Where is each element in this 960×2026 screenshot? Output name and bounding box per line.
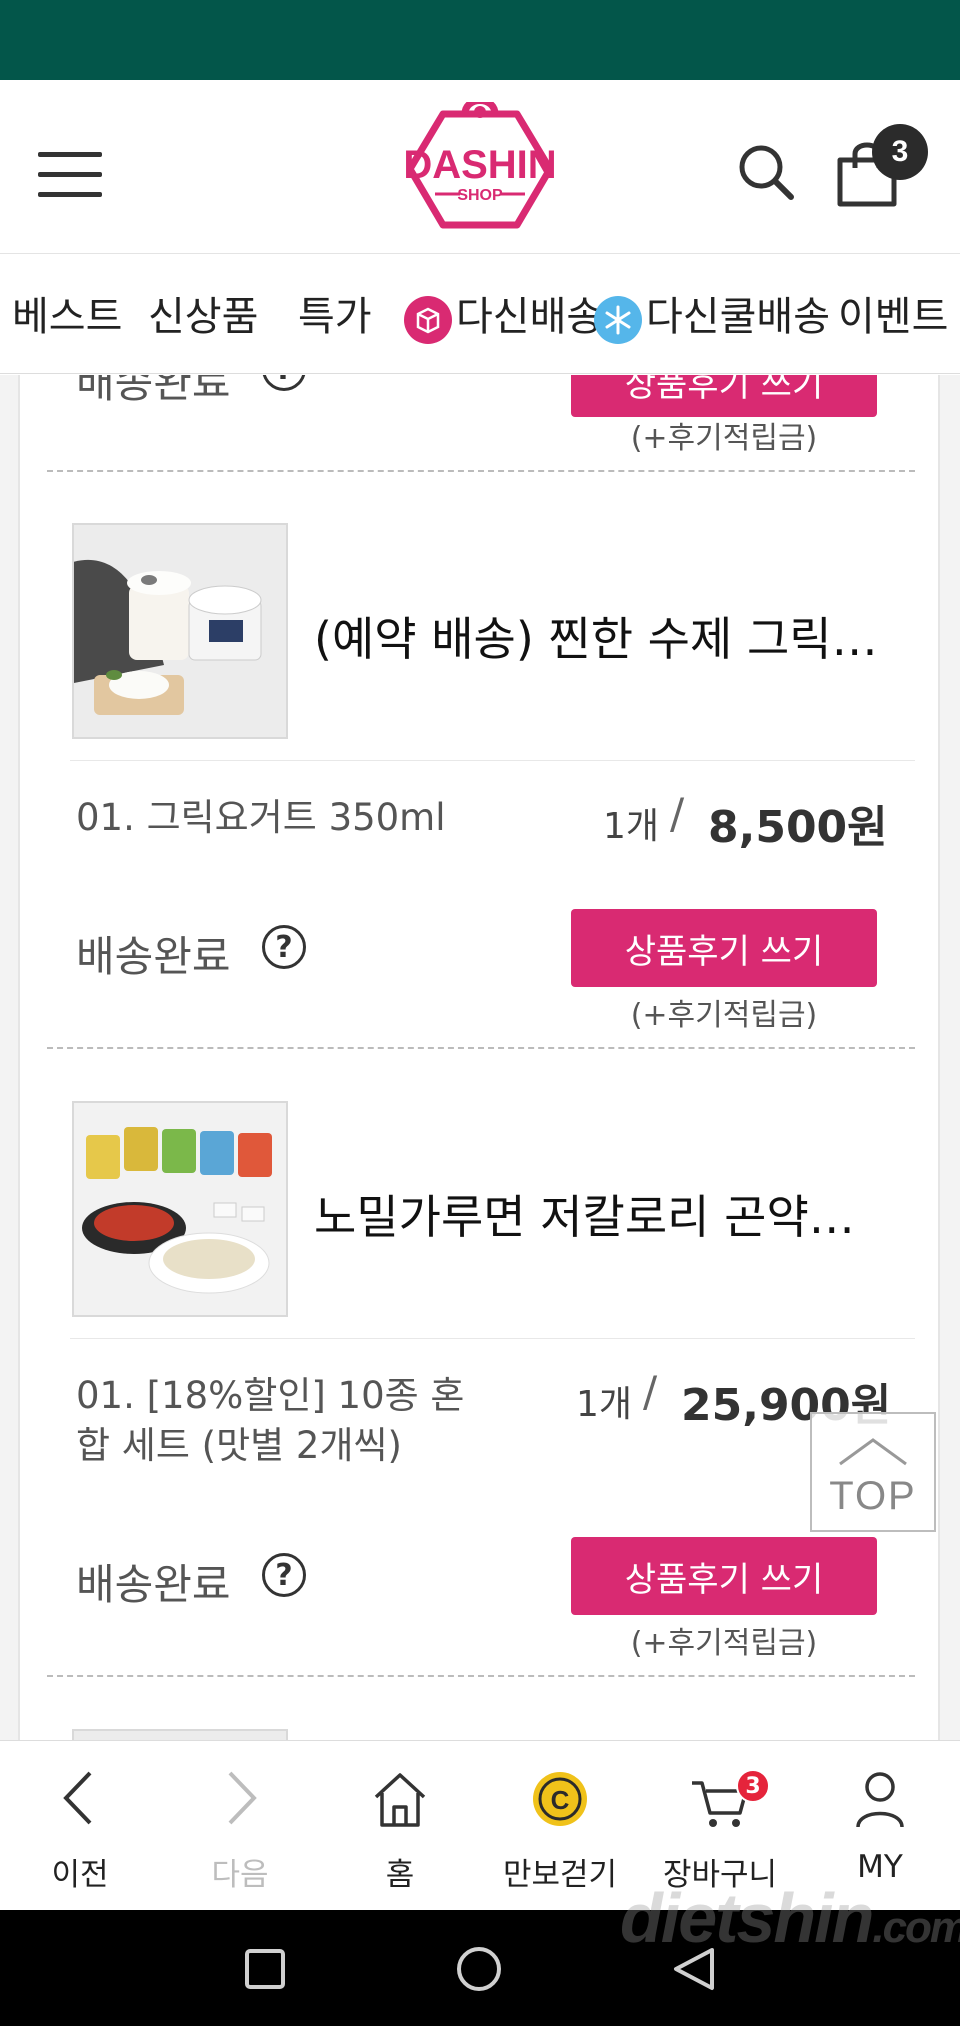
product-quantity: 1개 <box>576 1384 633 1425</box>
item-inner-divider <box>70 760 915 761</box>
chevron-left-icon <box>63 1771 92 1825</box>
nav-pedometer-label: 만보걷기 <box>502 1857 618 1893</box>
nav-home-label: 홈 <box>385 1857 415 1893</box>
system-status-bar <box>0 0 960 80</box>
logo-text: DASHIN <box>405 143 555 187</box>
delivery-status: 배송완료 <box>76 932 231 981</box>
item-divider <box>47 470 915 472</box>
item-divider <box>47 1047 915 1049</box>
prev-delivery-status: 배송완료 <box>76 375 231 407</box>
product-option: 01. 그릭요거트 350ml <box>76 796 446 839</box>
home-circle-icon[interactable] <box>456 1946 502 1992</box>
delivery-box-icon <box>404 296 452 344</box>
prev-review-button[interactable]: 상품후기 쓰기 <box>571 375 877 417</box>
hamburger-menu-icon[interactable] <box>38 152 104 198</box>
product-title[interactable]: (예약 배송) 찐한 수제 그릭… <box>314 603 924 669</box>
delivery-status: 배송완료 <box>76 1560 231 1609</box>
product-price: 8,500원 <box>708 802 888 853</box>
price-separator: / <box>670 789 685 838</box>
product-quantity: 1개 <box>603 806 660 847</box>
coin-icon: C <box>533 1772 587 1826</box>
price-separator: / <box>643 1367 658 1416</box>
category-dashin-delivery[interactable]: 다신배송 <box>456 284 603 342</box>
chevron-right-icon <box>228 1771 257 1825</box>
nav-next[interactable]: 다음 <box>160 1741 320 1911</box>
item-inner-divider <box>70 1338 915 1339</box>
category-event[interactable]: 이벤트 <box>838 284 948 342</box>
category-best[interactable]: 베스트 <box>12 284 122 342</box>
item-divider <box>47 1675 915 1677</box>
category-dashin-cool-delivery[interactable]: 다신쿨배송 <box>646 284 830 342</box>
app-header: DASHIN SHOP 3 <box>0 80 960 254</box>
nav-next-label: 다음 <box>211 1857 269 1893</box>
nav-home[interactable]: 홈 <box>320 1741 480 1911</box>
top-button-label: TOP <box>829 1474 917 1518</box>
write-review-button[interactable]: 상품후기 쓰기 <box>571 909 877 987</box>
svg-text:C: C <box>551 1785 570 1815</box>
nav-pedometer[interactable]: C 만보걷기 <box>480 1741 640 1911</box>
review-point-note: (+후기적립금) <box>630 1626 818 1661</box>
cart-count-badge: 3 <box>736 1769 770 1803</box>
scroll-to-top-button[interactable]: TOP <box>810 1412 936 1532</box>
product-thumbnail-greek-yogurt[interactable] <box>72 523 288 739</box>
order-list-card: 배송완료 ? 상품후기 쓰기 (+후기적립금) (예약 배송) 찐한 수제 그릭… <box>18 375 940 1740</box>
help-icon[interactable]: ? <box>262 375 306 391</box>
nav-prev-label: 이전 <box>51 1857 109 1893</box>
help-icon[interactable]: ? <box>262 925 306 969</box>
category-new[interactable]: 신상품 <box>148 284 258 342</box>
nav-prev[interactable]: 이전 <box>0 1741 160 1911</box>
order-list-viewport: 배송완료 ? 상품후기 쓰기 (+후기적립금) (예약 배송) 찐한 수제 그릭… <box>0 375 960 1740</box>
cart-count-badge: 3 <box>872 124 928 180</box>
product-title[interactable]: 노밀가루면 저칼로리 곤약… <box>314 1181 924 1247</box>
product-thumbnail-konjac-noodle[interactable] <box>72 1101 288 1317</box>
category-nav: 베스트 신상품 특가 다신배송 다신쿨배송 이벤트 <box>0 254 960 374</box>
prev-review-point-note: (+후기적립금) <box>630 421 818 456</box>
help-icon[interactable]: ? <box>262 1553 306 1597</box>
user-icon <box>856 1772 904 1828</box>
review-point-note: (+후기적립금) <box>630 998 818 1033</box>
product-option-line1: 01. [18%할인] 10종 혼 <box>76 1374 465 1417</box>
snowflake-icon <box>594 296 642 344</box>
site-watermark: dietshin.com <box>620 1879 960 1957</box>
product-option-line2: 합 세트 (맛별 2개씩) <box>76 1424 402 1467</box>
search-icon[interactable] <box>736 142 796 202</box>
dashin-shop-logo[interactable]: DASHIN SHOP <box>403 97 557 237</box>
category-sale[interactable]: 특가 <box>298 284 372 342</box>
home-icon <box>374 1773 426 1827</box>
recents-square-icon[interactable] <box>244 1948 286 1990</box>
write-review-button[interactable]: 상품후기 쓰기 <box>571 1537 877 1615</box>
logo-sub-text: SHOP <box>457 187 503 204</box>
product-thumbnail-next[interactable] <box>72 1729 288 1740</box>
